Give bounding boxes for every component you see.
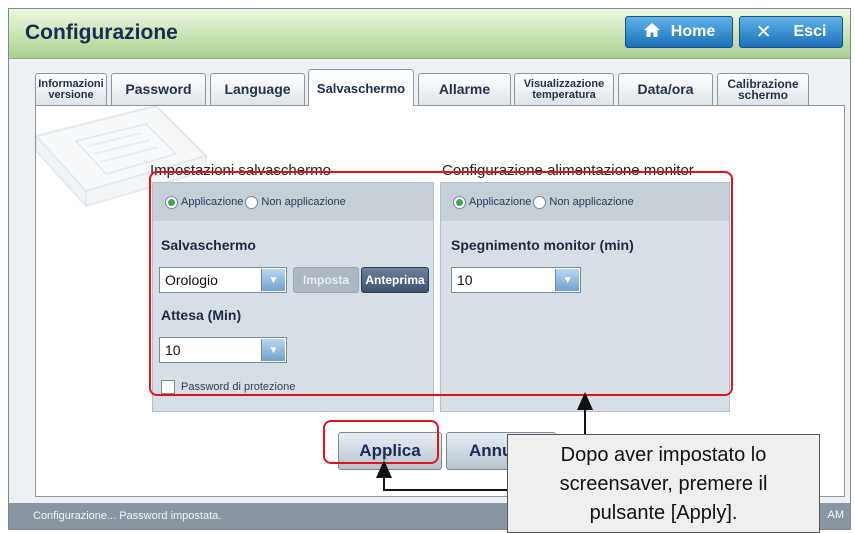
tab-salvaschermo[interactable]: Salvaschermo: [308, 69, 414, 106]
instruction-callout: Dopo aver impostato lo screensaver, prem…: [507, 434, 820, 533]
arrow-to-apply: [376, 460, 507, 491]
